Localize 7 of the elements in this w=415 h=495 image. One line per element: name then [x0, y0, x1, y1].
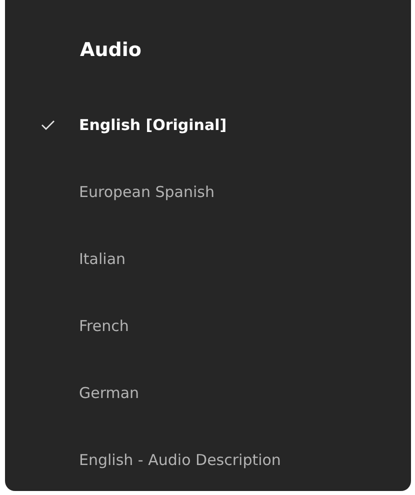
audio-option[interactable]: English - Audio Description	[79, 450, 281, 468]
audio-option[interactable]: French	[79, 316, 129, 334]
audio-option[interactable]: English [Original]	[79, 116, 227, 134]
audio-option[interactable]: European Spanish	[79, 182, 214, 200]
audio-option[interactable]: German	[79, 384, 140, 402]
menu-title: Audio	[80, 38, 142, 63]
audio-option[interactable]: Italian	[79, 250, 126, 268]
